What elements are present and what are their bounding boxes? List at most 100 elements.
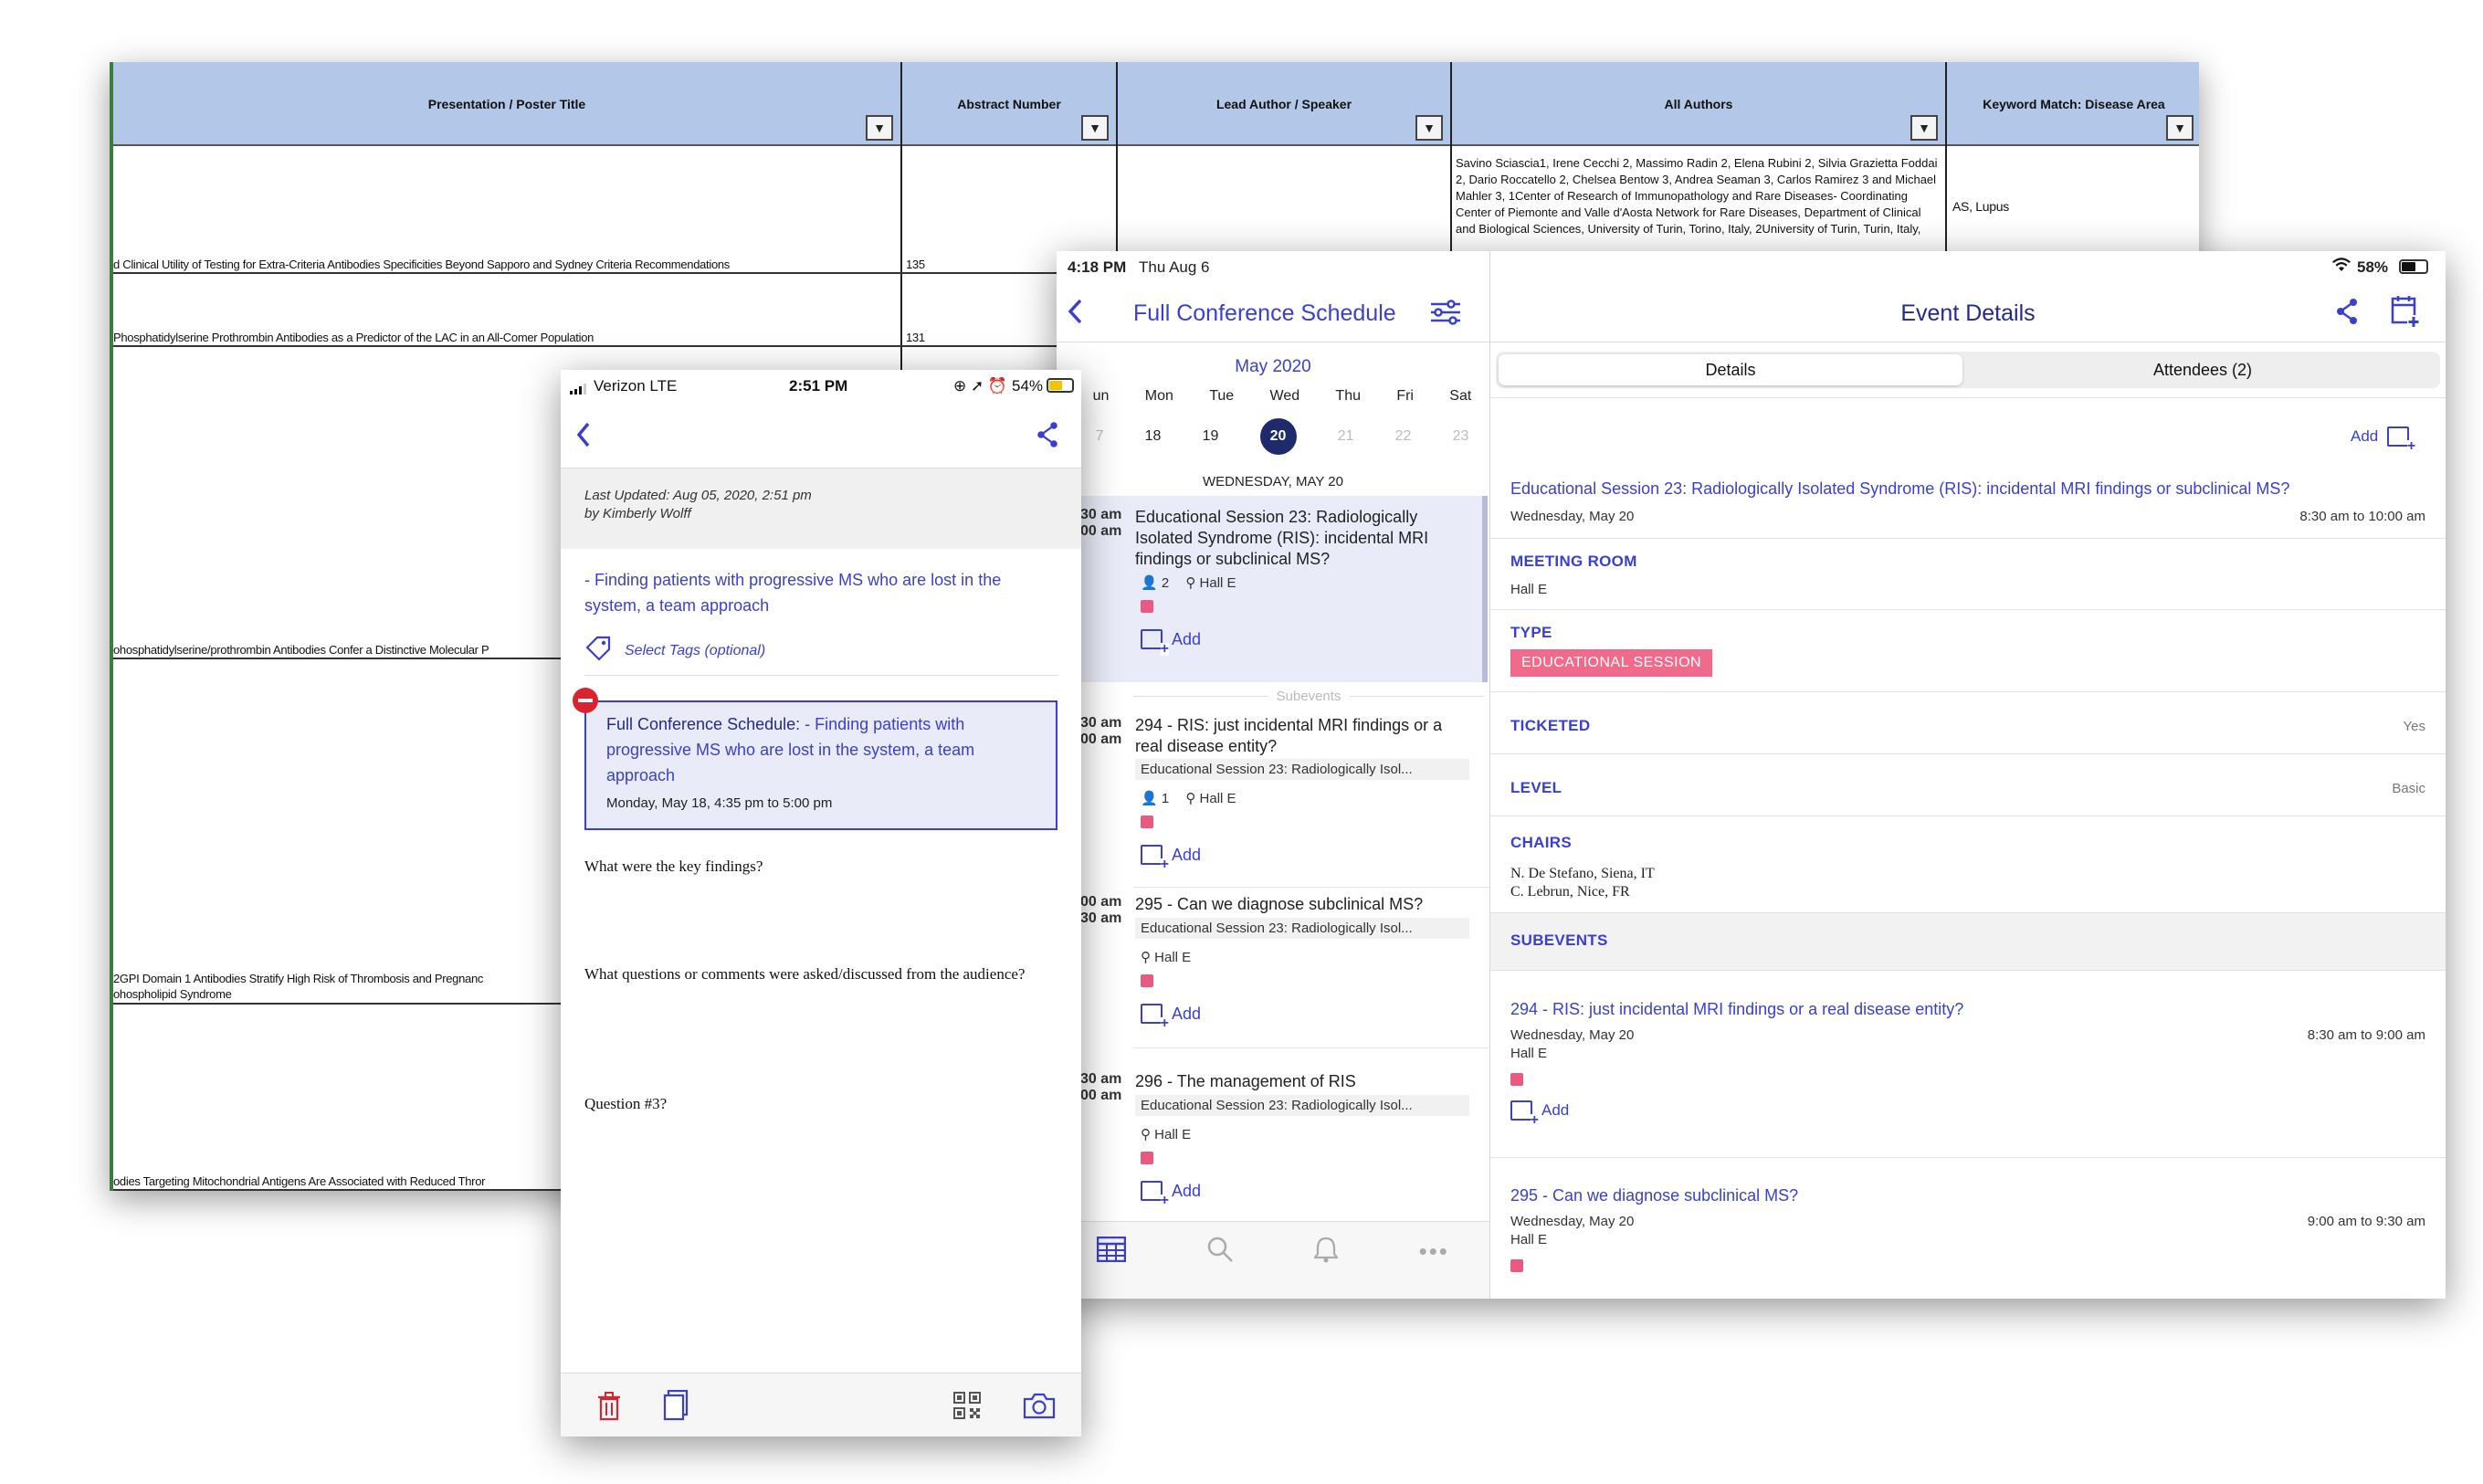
add-to-schedule-button[interactable]: Add (1141, 845, 1201, 871)
room-label: Hall E (1154, 950, 1192, 965)
add-to-schedule-button[interactable]: Add (1141, 1004, 1201, 1030)
weekday-label: Fri (1396, 388, 1414, 404)
room-label: Hall E (1154, 1127, 1192, 1142)
weekday-label: Tue (1209, 388, 1235, 404)
filter-dropdown-icon[interactable]: ▼ (866, 115, 893, 141)
add-to-schedule-button[interactable]: Add (1510, 1100, 1569, 1127)
more-icon[interactable]: ••• (1419, 1237, 1449, 1266)
tag-color-marker (1510, 1259, 1523, 1272)
select-tags-placeholder: Select Tags (optional) (625, 642, 766, 658)
session-title[interactable]: 295 - Can we diagnose subclinical MS? (1135, 894, 1473, 915)
camera-icon[interactable] (1023, 1392, 1056, 1424)
select-tags-field[interactable]: Select Tags (optional) (584, 635, 765, 667)
qr-code-icon[interactable] (953, 1392, 981, 1424)
event-title: Educational Session 23: Radiologically I… (1510, 479, 2290, 498)
column-header-lead-author[interactable]: Lead Author / Speaker ▼ (1118, 62, 1452, 146)
share-icon[interactable] (1036, 421, 1059, 453)
question-3[interactable]: Question #3? (584, 1095, 667, 1113)
add-event-button[interactable]: 294 - RIS: just incidental MRI findings … (2351, 426, 2416, 453)
location-icon: ⚲ (1141, 1127, 1151, 1142)
weekday-label: Wed (1269, 388, 1300, 404)
cell-title[interactable]: odies Targeting Mitochondrial Antigens A… (113, 1174, 485, 1188)
column-header-all-authors[interactable]: All Authors ▼ (1452, 62, 1947, 146)
question-2[interactable]: What questions or comments were asked/di… (584, 965, 1025, 984)
column-header-title[interactable]: Presentation / Poster Title ▼ (113, 62, 902, 146)
filter-icon[interactable] (1429, 299, 1462, 331)
cell-title[interactable]: d Clinical Utility of Testing for Extra-… (113, 258, 730, 271)
subevent-title[interactable]: 294 - RIS: just incidental MRI findings … (1510, 1000, 1963, 1019)
day-cell-selected[interactable]: 20 (1259, 418, 1297, 455)
search-icon[interactable] (1206, 1236, 1234, 1268)
subevent-title[interactable]: 295 - Can we diagnose subclinical MS? (1510, 1186, 1798, 1205)
last-updated-banner: Last Updated: Aug 05, 2020, 2:51 pm by K… (561, 468, 1081, 549)
meeting-room-value: Hall E (1510, 582, 1548, 597)
room-label: Hall E (1199, 575, 1236, 591)
tab-details[interactable]: Details (1499, 354, 1962, 385)
tag-color-marker (1141, 816, 1153, 828)
copy-icon[interactable] (663, 1389, 689, 1426)
cell-all-authors[interactable]: Savino Sciascia1, Irene Cecchi 2, Massim… (1456, 155, 1940, 247)
battery-icon (2399, 259, 2428, 274)
level-label: LEVEL (1510, 779, 1562, 796)
calendar-add-icon (1510, 1100, 1539, 1127)
tag-color-marker (1510, 1073, 1523, 1086)
day-row: 7 18 19 20 21 22 23 (1075, 416, 1489, 458)
wifi-icon (2331, 257, 2351, 278)
share-icon[interactable] (2334, 297, 2360, 331)
filter-dropdown-icon[interactable]: ▼ (2166, 115, 2194, 141)
subevent-time: 9:00 am to 9:30 am (2307, 1214, 2425, 1229)
tab-attendees[interactable]: Attendees (2) (1969, 354, 2436, 385)
filter-dropdown-icon[interactable]: ▼ (1910, 115, 1938, 141)
status-time: 2:51 PM (789, 377, 848, 395)
attendee-count: 1 (1161, 791, 1170, 806)
room-label: Hall E (1199, 791, 1236, 806)
cell-abstract[interactable]: 131 (906, 331, 925, 344)
trash-icon[interactable] (597, 1392, 621, 1426)
back-icon[interactable] (1066, 297, 1084, 331)
event-details-pane: Event Details Details Attendees (2) 294 … (1490, 284, 2446, 1299)
add-to-schedule-button[interactable]: Add (1141, 1181, 1201, 1207)
tab-bar: ••• (1057, 1221, 1489, 1299)
column-header-keyword[interactable]: Keyword Match: Disease Area ▼ (1947, 62, 2199, 146)
last-updated-author: by Kimberly Wolff (584, 506, 691, 521)
last-updated-text: Last Updated: Aug 05, 2020, 2:51 pm (584, 488, 812, 503)
cell-title[interactable]: Phosphatidylserine Prothrombin Antibodie… (113, 331, 594, 344)
scrollbar[interactable] (1482, 496, 1488, 682)
filter-dropdown-icon[interactable]: ▼ (1415, 115, 1443, 141)
session-title[interactable]: Educational Session 23: Radiologically I… (1135, 507, 1473, 570)
person-icon: 👤 (1141, 791, 1158, 806)
day-cell[interactable]: 22 (1395, 428, 1412, 445)
day-cell[interactable]: 18 (1145, 428, 1162, 445)
subevents-section-header: SUBEVENTS (1490, 912, 2446, 971)
session-meta: 👤 2 ⚲ Hall E (1141, 574, 1236, 591)
add-to-calendar-icon[interactable] (2391, 295, 2420, 332)
back-icon[interactable] (575, 421, 592, 453)
session-title[interactable]: 296 - The management of RIS (1135, 1071, 1473, 1092)
cell-abstract[interactable]: 135 (906, 258, 925, 271)
location-icon: ⚲ (1185, 575, 1196, 591)
parent-session-label: Educational Session 23: Radiologically I… (1135, 1095, 1469, 1116)
cell-keyword[interactable]: AS, Lupus (1952, 199, 2009, 214)
cell-title[interactable]: 2GPI Domain 1 Antibodies Stratify High R… (113, 972, 483, 985)
attendee-count: 2 (1161, 575, 1170, 591)
filter-dropdown-icon[interactable]: ▼ (1081, 115, 1109, 141)
question-1[interactable]: What were the key findings? (584, 858, 763, 876)
calendar-icon[interactable] (1096, 1236, 1127, 1267)
cell-title[interactable]: ohospholipid Syndrome (113, 987, 232, 1001)
battery-percent: 58% (2357, 258, 2389, 276)
day-cell[interactable]: 19 (1203, 428, 1219, 445)
column-header-abstract[interactable]: Abstract Number ▼ (902, 62, 1118, 146)
add-to-schedule-button[interactable]: Add (1141, 629, 1201, 656)
session-title[interactable]: 294 - RIS: just incidental MRI findings … (1135, 715, 1473, 757)
event-date: Wednesday, May 20 (1510, 509, 1635, 524)
note-title[interactable]: - Finding patients with progressive MS w… (584, 567, 1059, 618)
day-cell[interactable]: 23 (1453, 428, 1469, 445)
event-time: 8:30 am to 10:00 am (2299, 509, 2425, 524)
remove-link-icon[interactable] (573, 688, 598, 713)
day-cell[interactable]: 7 (1096, 428, 1104, 445)
cell-title[interactable]: ohosphatidylserine/prothrombin Antibodie… (113, 643, 489, 657)
row-divider (1490, 691, 2446, 692)
day-cell[interactable]: 21 (1338, 428, 1354, 445)
bell-icon[interactable] (1313, 1236, 1340, 1268)
session-time: 30 am 00 am (1080, 507, 1122, 539)
